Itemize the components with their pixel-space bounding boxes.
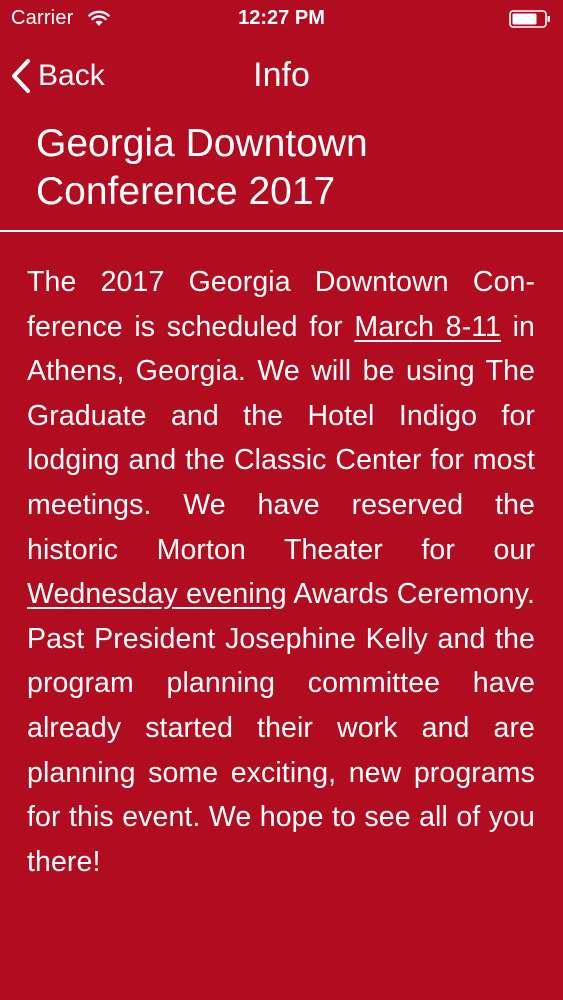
battery-icon — [509, 10, 550, 28]
page-title: Georgia Downtown Conference 2017 — [36, 120, 536, 216]
navigation-bar: Back Info — [0, 38, 563, 118]
nav-title: Info — [253, 56, 310, 94]
page-title-line-1: Georgia Downtown — [36, 122, 368, 165]
dates-link[interactable]: March 8-11 — [354, 311, 501, 343]
status-time: 12:27 PM — [238, 7, 325, 29]
divider — [0, 230, 563, 232]
wednesday-evening-link[interactable]: Wednesday evening — [27, 578, 287, 610]
page-title-line-2: Conference 2017 — [36, 170, 336, 213]
conference-description: The 2017 Georgia Downtown Con­ference is… — [27, 260, 535, 884]
description-part-3: Awards Ceremony. Past President Josephin… — [27, 578, 535, 878]
description-part-2: in Athens, Georgia. We will be using The… — [27, 310, 535, 566]
status-bar: Carrier 12:27 PM — [0, 0, 563, 38]
